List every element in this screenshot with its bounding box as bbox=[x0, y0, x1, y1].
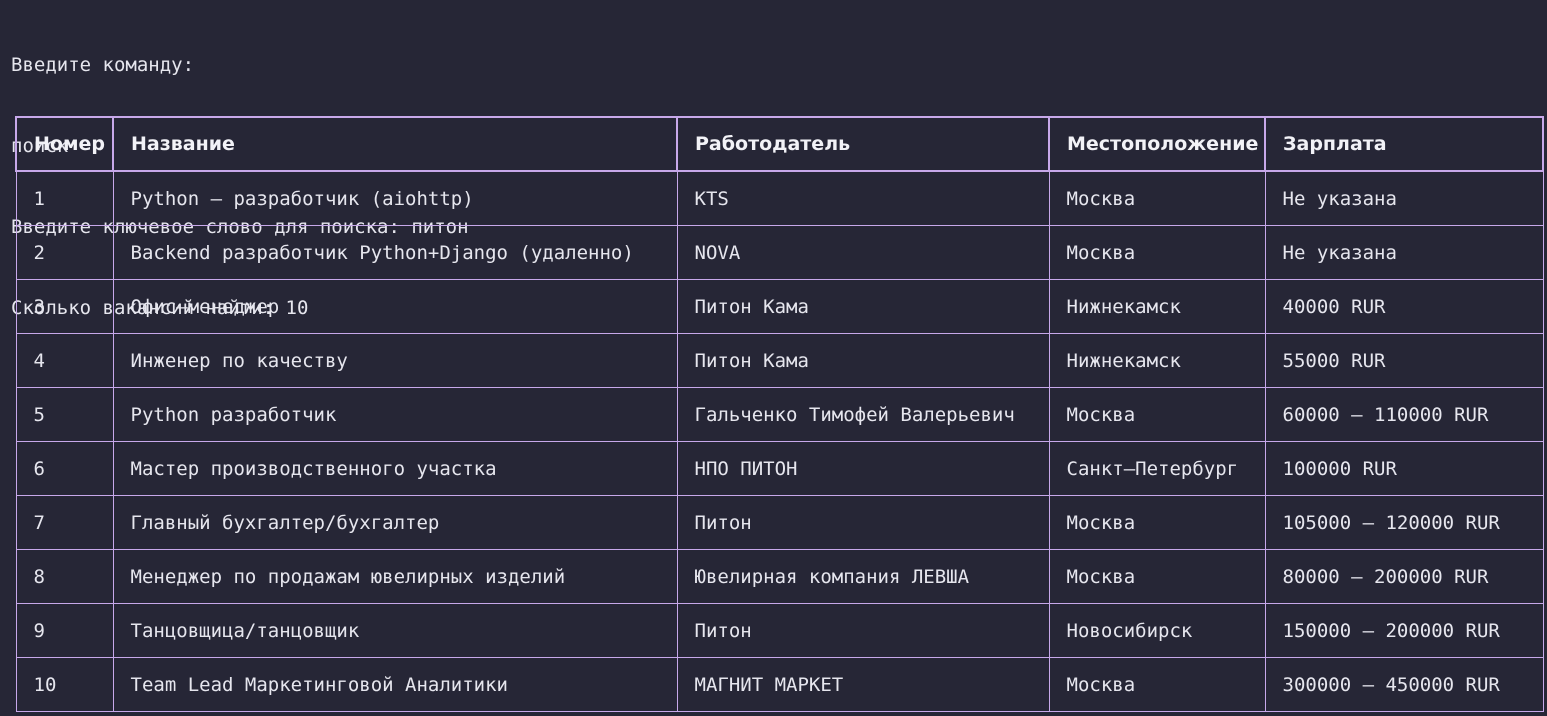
cell-location: Москва bbox=[1048, 549, 1266, 604]
cell-title: Python разработчик bbox=[112, 387, 678, 442]
cell-number: 4 bbox=[15, 333, 114, 388]
table-row: 3 Офис–менеджер Питон Кама Нижнекамск 40… bbox=[15, 279, 1544, 334]
cell-salary: 100000 RUR bbox=[1264, 441, 1544, 496]
cell-salary: 40000 RUR bbox=[1264, 279, 1544, 334]
cell-location: Москва bbox=[1048, 225, 1266, 280]
cell-number: 1 bbox=[15, 170, 114, 226]
cell-number: 8 bbox=[15, 549, 114, 604]
cell-title: Главный бухгалтер/бухгалтер bbox=[112, 495, 678, 550]
table-row: 1 Python – разработчик (aiohttp) KTS Мос… bbox=[15, 170, 1544, 226]
cell-salary: Не указана bbox=[1264, 170, 1544, 226]
cell-number: 10 bbox=[15, 657, 114, 712]
cell-employer: Питон bbox=[676, 495, 1050, 550]
header-salary: Зарплата bbox=[1264, 116, 1544, 172]
cell-title: Мастер производственного участка bbox=[112, 441, 678, 496]
cell-title: Офис–менеджер bbox=[112, 279, 678, 334]
cell-location: Санкт–Петербург bbox=[1048, 441, 1266, 496]
cell-salary: 150000 – 200000 RUR bbox=[1264, 603, 1544, 658]
table-row: 7 Главный бухгалтер/бухгалтер Питон Моск… bbox=[15, 495, 1544, 550]
cell-location: Москва bbox=[1048, 170, 1266, 226]
cell-employer: KTS bbox=[676, 170, 1050, 226]
table-row: 2 Backend разработчик Python+Django (уда… bbox=[15, 225, 1544, 280]
cell-number: 5 bbox=[15, 387, 114, 442]
cell-number: 9 bbox=[15, 603, 114, 658]
cell-location: Нижнекамск bbox=[1048, 333, 1266, 388]
cell-employer: Питон Кама bbox=[676, 333, 1050, 388]
cell-salary: 105000 – 120000 RUR bbox=[1264, 495, 1544, 550]
cell-salary: 55000 RUR bbox=[1264, 333, 1544, 388]
cell-employer: Питон Кама bbox=[676, 279, 1050, 334]
header-number: Номер bbox=[15, 116, 114, 172]
header-employer: Работодатель bbox=[676, 116, 1050, 172]
cell-employer: Ювелирная компания ЛЕВША bbox=[676, 549, 1050, 604]
cell-number: 3 bbox=[15, 279, 114, 334]
table-row: 5 Python разработчик Гальченко Тимофей В… bbox=[15, 387, 1544, 442]
cell-title: Менеджер по продажам ювелирных изделий bbox=[112, 549, 678, 604]
table-row: 4 Инженер по качеству Питон Кама Нижнека… bbox=[15, 333, 1544, 388]
table-row: 10 Team Lead Маркетинговой Аналитики МАГ… bbox=[15, 657, 1544, 712]
cell-salary: 300000 – 450000 RUR bbox=[1264, 657, 1544, 712]
table-row: 6 Мастер производственного участка НПО П… bbox=[15, 441, 1544, 496]
table-header-row: Номер Название Работодатель Местоположен… bbox=[15, 116, 1544, 172]
cell-number: 6 bbox=[15, 441, 114, 496]
cell-employer: NOVA bbox=[676, 225, 1050, 280]
vacancies-table: Номер Название Работодатель Местоположен… bbox=[15, 116, 1544, 712]
cell-title: Инженер по качеству bbox=[112, 333, 678, 388]
cell-title: Backend разработчик Python+Django (удале… bbox=[112, 225, 678, 280]
cell-salary: Не указана bbox=[1264, 225, 1544, 280]
terminal-window: Введите команду: поиск Введите ключевое … bbox=[0, 0, 1547, 716]
cell-salary: 80000 – 200000 RUR bbox=[1264, 549, 1544, 604]
cell-location: Нижнекамск bbox=[1048, 279, 1266, 334]
cell-employer: МАГНИТ МАРКЕТ bbox=[676, 657, 1050, 712]
cell-salary: 60000 – 110000 RUR bbox=[1264, 387, 1544, 442]
cell-location: Москва bbox=[1048, 657, 1266, 712]
cell-location: Новосибирск bbox=[1048, 603, 1266, 658]
cell-location: Москва bbox=[1048, 495, 1266, 550]
cell-employer: Питон bbox=[676, 603, 1050, 658]
cell-title: Танцовщица/танцовщик bbox=[112, 603, 678, 658]
header-title: Название bbox=[112, 116, 678, 172]
cell-number: 7 bbox=[15, 495, 114, 550]
header-location: Местоположение bbox=[1048, 116, 1266, 172]
cell-employer: Гальченко Тимофей Валерьевич bbox=[676, 387, 1050, 442]
command-prompt-line: Введите команду: bbox=[11, 54, 195, 76]
cell-title: Python – разработчик (aiohttp) bbox=[112, 170, 678, 226]
table-row: 8 Менеджер по продажам ювелирных изделий… bbox=[15, 549, 1544, 604]
cell-location: Москва bbox=[1048, 387, 1266, 442]
cell-number: 2 bbox=[15, 225, 114, 280]
cell-employer: НПО ПИТОН bbox=[676, 441, 1050, 496]
table-row: 9 Танцовщица/танцовщик Питон Новосибирск… bbox=[15, 603, 1544, 658]
cell-title: Team Lead Маркетинговой Аналитики bbox=[112, 657, 678, 712]
